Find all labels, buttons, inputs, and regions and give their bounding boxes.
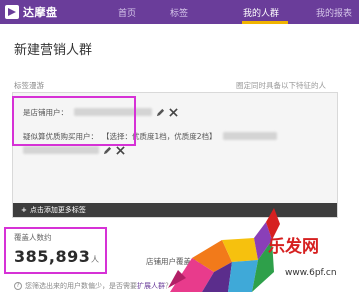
nav-item-my-audiences[interactable]: 我的人群 (243, 6, 279, 19)
audience-count-unit: 人 (91, 255, 99, 264)
logo[interactable]: 达摩盘 (5, 4, 58, 20)
close-icon[interactable] (116, 145, 125, 155)
nav-item-home[interactable]: 首页 (118, 6, 136, 19)
top-nav-bar: 达摩盘 首页 标签 我的人群 我的报表 (0, 0, 359, 24)
footer-note: ? 您筛选出来的用户数偏少，是否需要 扩展人群 ？ (14, 281, 172, 291)
tags-section-label: 标签漫游 (14, 81, 44, 90)
nav-item-my-reports[interactable]: 我的报表 (316, 6, 352, 19)
close-icon[interactable] (169, 107, 178, 117)
redacted-value (222, 132, 277, 140)
watermark-url: www.6pf.cn (285, 268, 337, 278)
expand-audience-link[interactable]: 扩展人群 (137, 281, 165, 291)
audience-count-label: 覆盖人数约 (14, 233, 52, 242)
nav-item-tags[interactable]: 标签 (170, 6, 188, 19)
tags-section-hint: 圈定同时具备以下特征的人 (236, 81, 326, 90)
logo-icon (5, 5, 19, 19)
watermark-text: 乐发网 (268, 237, 319, 257)
add-more-tags-label: 点击添加更多标签 (29, 206, 86, 214)
plus-icon: + (21, 206, 27, 214)
highlight-box-tags (12, 96, 136, 146)
page-title: 新建营销人群 (14, 43, 93, 58)
audience-count-value: 385,893 (14, 247, 91, 266)
edit-icon[interactable] (103, 146, 112, 155)
nav-active-indicator (242, 21, 288, 24)
redacted-value (23, 146, 99, 154)
edit-icon[interactable] (156, 108, 165, 117)
footer-note-text: 您筛选出来的用户数偏少，是否需要 (25, 282, 137, 290)
brand-name: 达摩盘 (23, 6, 58, 19)
bull-logo-watermark (168, 208, 280, 292)
help-icon: ? (14, 282, 22, 290)
